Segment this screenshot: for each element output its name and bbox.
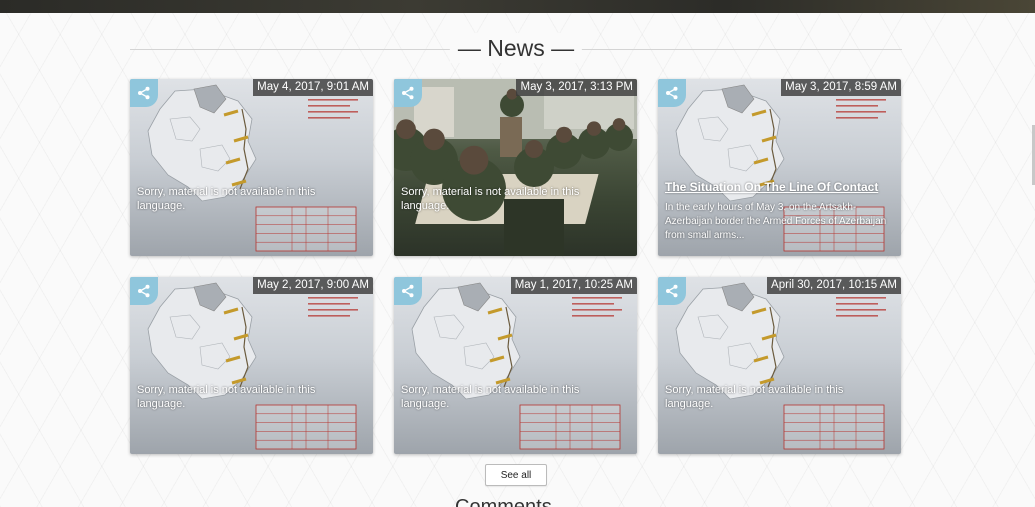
- share-icon: [402, 86, 414, 100]
- share-button[interactable]: [130, 277, 158, 305]
- news-card[interactable]: April 30, 2017, 10:15 AM Sorry, material…: [658, 277, 901, 454]
- share-button[interactable]: [394, 277, 422, 305]
- card-title-link[interactable]: The Situation On The Line Of Contact: [665, 180, 894, 194]
- section-title: — News —: [449, 33, 583, 63]
- map-thumbnail: [675, 282, 886, 450]
- card-date: May 4, 2017, 9:01 AM: [253, 79, 373, 96]
- news-card[interactable]: May 3, 2017, 3:13 PM Sorry, material is …: [394, 79, 637, 256]
- card-text: Sorry, material is not available in this…: [665, 384, 844, 410]
- card-excerpt: In the early hours of May 3, on the Arts…: [665, 202, 887, 241]
- news-card[interactable]: May 4, 2017, 9:01 AM Sorry, material is …: [130, 79, 373, 256]
- share-icon: [402, 284, 414, 298]
- news-section-header: — News —: [130, 33, 902, 63]
- share-icon: [666, 86, 678, 100]
- share-icon: [138, 86, 150, 100]
- map-thumbnail: [147, 282, 358, 450]
- share-icon: [666, 284, 678, 298]
- news-card[interactable]: May 3, 2017, 8:59 AM The Situation On Th…: [658, 79, 901, 256]
- card-date: May 2, 2017, 9:00 AM: [253, 277, 373, 294]
- card-text: Sorry, material is not available in this…: [137, 186, 316, 212]
- map-thumbnail: [411, 282, 622, 450]
- news-card[interactable]: May 2, 2017, 9:00 AM Sorry, material is …: [130, 277, 373, 454]
- see-all-button[interactable]: See all: [485, 464, 547, 486]
- top-banner-strip: [0, 0, 1035, 13]
- card-date: April 30, 2017, 10:15 AM: [767, 277, 901, 294]
- photo-thumbnail: [394, 79, 637, 256]
- share-button[interactable]: [130, 79, 158, 107]
- share-button[interactable]: [658, 79, 686, 107]
- card-date: May 3, 2017, 8:59 AM: [781, 79, 901, 96]
- card-text: Sorry, material is not available in this…: [137, 384, 316, 410]
- share-button[interactable]: [394, 79, 422, 107]
- share-button[interactable]: [658, 277, 686, 305]
- comments-section-title: Comments: [455, 496, 552, 507]
- card-text: Sorry, material is not available in this…: [401, 186, 580, 212]
- map-thumbnail: [147, 84, 358, 252]
- share-icon: [138, 284, 150, 298]
- card-date: May 1, 2017, 10:25 AM: [510, 277, 637, 294]
- card-text: Sorry, material is not available in this…: [401, 384, 580, 410]
- news-card[interactable]: May 1, 2017, 10:25 AM Sorry, material is…: [394, 277, 637, 454]
- card-date: May 3, 2017, 3:13 PM: [516, 79, 637, 96]
